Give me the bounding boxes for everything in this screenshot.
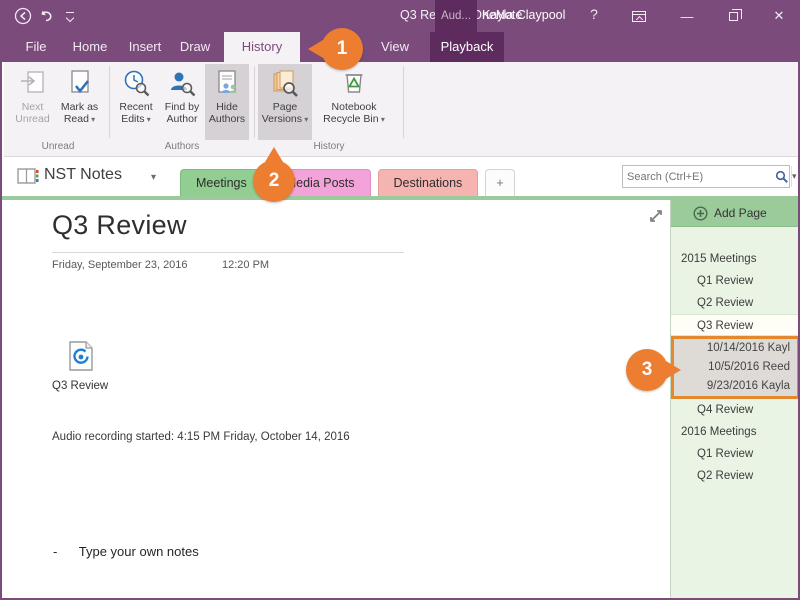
tab-file[interactable]: File	[14, 32, 58, 62]
callout-step-1: 1	[308, 28, 363, 70]
ribbon-group-history: Page Versions Notebook Recycle Bin Histo…	[258, 62, 400, 156]
callout-number: 2	[268, 170, 280, 191]
recent-edits-button[interactable]: Recent Edits	[113, 64, 159, 140]
page-list: 2015 Meetings Q1 Review Q2 Review Q3 Rev…	[671, 248, 798, 487]
group-label-authors: Authors	[164, 141, 200, 152]
page-group-2016-meetings[interactable]: 2016 Meetings	[671, 421, 798, 443]
page-item[interactable]: Q2 Review	[671, 465, 798, 487]
title-underline	[52, 252, 404, 253]
ribbon-group-authors: Recent Edits Find by Author Hide Authors	[113, 62, 251, 156]
back-icon[interactable]	[12, 5, 34, 27]
title-bar: Q3 Review - OneNote Aud... Kayla Claypoo…	[2, 0, 798, 32]
section-tabs: Meetings Media Posts Destinations +	[180, 169, 522, 196]
tab-insert[interactable]: Insert	[118, 32, 172, 62]
minimize-button[interactable]: —	[670, 0, 704, 32]
page-versions-icon	[270, 67, 300, 101]
add-page-label: Add Page	[714, 206, 767, 220]
page-item[interactable]: Q1 Review	[671, 443, 798, 465]
tab-history[interactable]: History	[224, 32, 300, 62]
hide-authors-icon	[213, 67, 241, 101]
page-item-selected[interactable]: Q3 Review	[671, 314, 798, 336]
page-versions-highlight-box: 10/14/2016 Kayl 10/5/2016 Reed 9/23/2016…	[671, 336, 798, 399]
add-page-button[interactable]: Add Page	[671, 200, 798, 227]
audio-attachment-icon[interactable]	[66, 340, 96, 377]
page-list-sidebar: Add Page 2015 Meetings Q1 Review Q2 Revi…	[670, 200, 798, 598]
section-tab-meetings[interactable]: Meetings	[180, 169, 263, 196]
tab-playback[interactable]: Playback	[430, 32, 504, 62]
callout-pointer	[308, 40, 323, 58]
plus-circle-icon	[693, 205, 708, 221]
recycle-bin-icon	[340, 67, 368, 101]
page-versions-button[interactable]: Page Versions	[258, 64, 312, 140]
group-label-unread: Unread	[41, 141, 75, 152]
next-unread-icon	[19, 67, 47, 101]
page-version-item[interactable]: 10/5/2016 Reed	[674, 358, 797, 377]
help-button[interactable]: ?	[584, 6, 604, 22]
section-tab-destinations[interactable]: Destinations	[377, 169, 479, 196]
group-divider	[254, 66, 255, 138]
callout-pointer	[666, 361, 681, 379]
ribbon: Next Unread Mark as Read Unread	[4, 62, 798, 157]
ribbon-tab-row: File Home Insert Draw History View Playb…	[2, 32, 798, 62]
search-scope-dropdown-icon[interactable]: ▾	[791, 166, 797, 187]
notes-block: - Type your own notes - Time coded, so d…	[41, 499, 356, 598]
page-group-2015-meetings[interactable]: 2015 Meetings	[671, 248, 798, 270]
callout-number: 3	[641, 359, 653, 380]
search-icon	[773, 170, 791, 184]
contextual-tab-group-label: Aud...	[435, 0, 477, 32]
ribbon-group-unread: Next Unread Mark as Read Unread	[10, 62, 106, 156]
close-button[interactable]: ✕	[762, 0, 796, 32]
search-input[interactable]	[623, 170, 773, 183]
tab-draw[interactable]: Draw	[170, 32, 220, 62]
callout-number: 1	[336, 38, 348, 59]
notebook-recycle-bin-button[interactable]: Notebook Recycle Bin	[312, 64, 396, 140]
callout-pointer	[265, 147, 283, 162]
page-date: Friday, September 23, 2016	[52, 259, 188, 271]
expand-page-icon[interactable]	[648, 208, 664, 224]
note-line: - Type your own notes	[53, 544, 199, 559]
audio-attachment-label: Q3 Review	[52, 380, 109, 392]
quick-access-toolbar-icon[interactable]	[59, 5, 81, 27]
page-version-item[interactable]: 9/23/2016 Kayla	[674, 377, 797, 396]
page-canvas: Q3 Review Friday, September 23, 2016 12:…	[4, 200, 670, 598]
account-user-name[interactable]: Kayla Claypool	[482, 8, 565, 22]
find-by-author-button[interactable]: Find by Author	[159, 64, 205, 140]
group-divider	[109, 66, 110, 138]
callout-step-2: 2	[253, 147, 295, 202]
find-by-author-icon	[167, 67, 197, 101]
search-box: ▾	[622, 165, 797, 188]
next-unread-button[interactable]: Next Unread	[10, 64, 55, 140]
page-title[interactable]: Q3 Review	[52, 210, 187, 241]
group-divider	[403, 66, 404, 138]
callout-step-3: 3	[626, 349, 681, 391]
tab-view[interactable]: View	[370, 32, 420, 62]
page-time: 12:20 PM	[222, 259, 270, 271]
page-version-item[interactable]: 10/14/2016 Kayl	[674, 339, 797, 358]
tab-home[interactable]: Home	[62, 32, 118, 62]
page-item[interactable]: Q1 Review	[671, 270, 798, 292]
page-item[interactable]: Q2 Review	[671, 292, 798, 314]
notebook-name[interactable]: NST Notes	[44, 166, 122, 184]
recent-edits-icon	[121, 67, 151, 101]
hide-authors-button[interactable]: Hide Authors	[205, 64, 249, 140]
onenote-window: Q3 Review - OneNote Aud... Kayla Claypoo…	[0, 0, 800, 600]
page-item[interactable]: Q4 Review	[671, 399, 798, 421]
add-section-tab[interactable]: +	[485, 169, 515, 196]
notebook-icon	[17, 167, 39, 190]
mark-as-read-icon	[66, 67, 94, 101]
mark-as-read-button[interactable]: Mark as Read	[55, 64, 104, 140]
notebook-dropdown-icon[interactable]: ▾	[151, 172, 156, 183]
restore-button[interactable]	[716, 0, 750, 32]
ribbon-display-options-icon[interactable]	[622, 0, 656, 32]
audio-status-text: Audio recording started: 4:15 PM Friday,…	[52, 431, 350, 443]
notebook-bar: NST Notes ▾ Meetings Media Posts Destina…	[4, 158, 798, 196]
undo-icon[interactable]	[35, 5, 57, 27]
